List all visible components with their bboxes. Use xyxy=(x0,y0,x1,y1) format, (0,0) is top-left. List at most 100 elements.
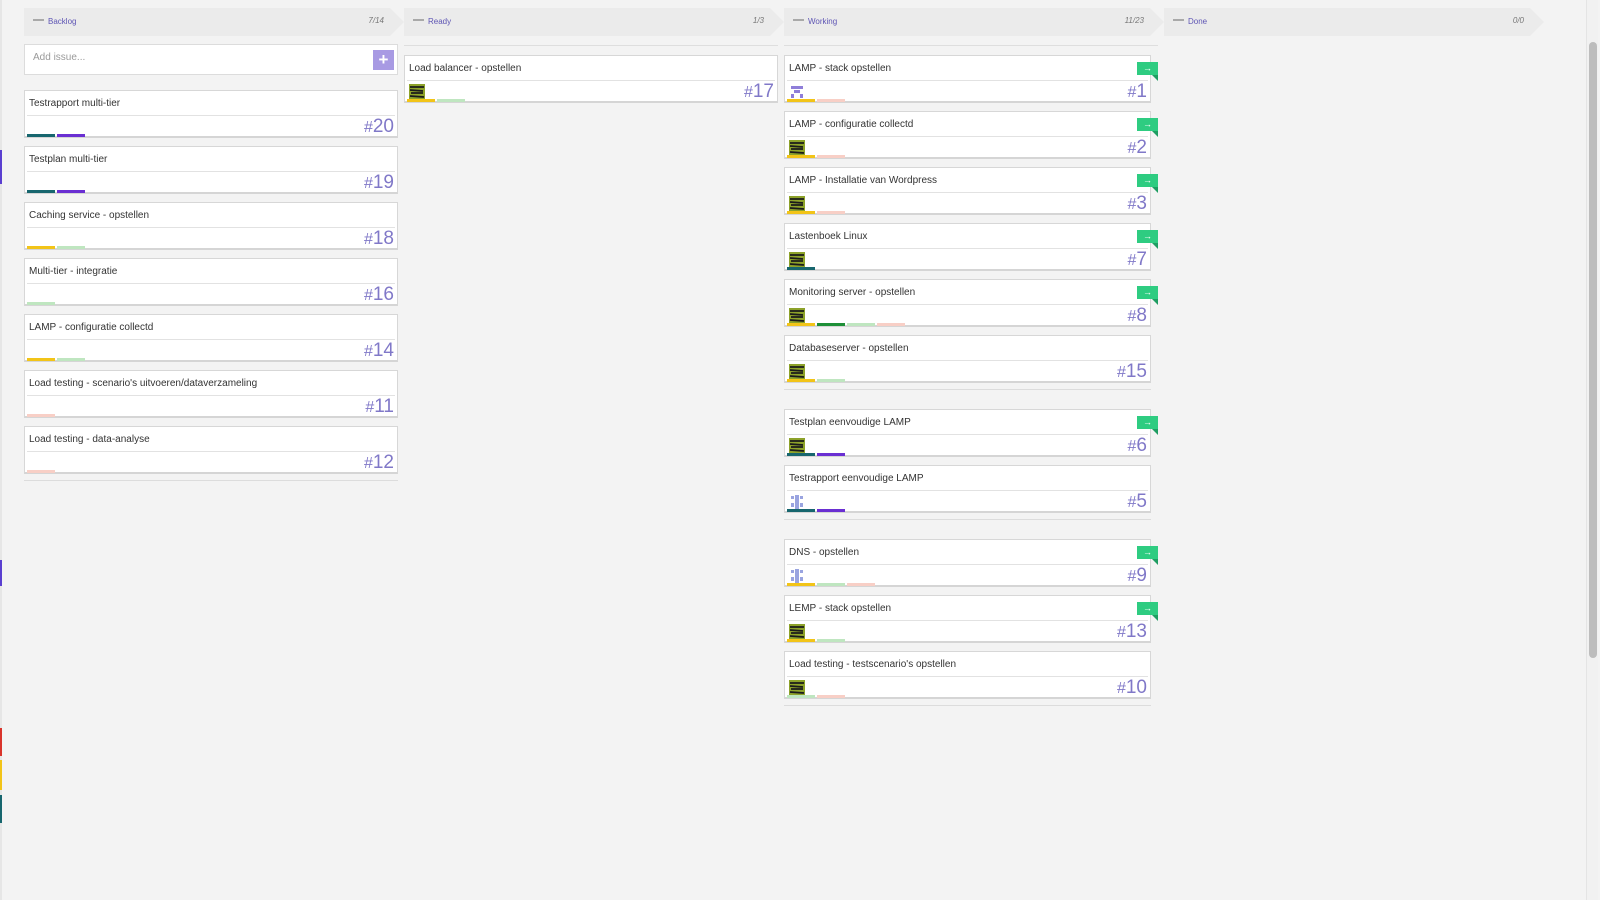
label-bars xyxy=(27,190,87,193)
issue-number[interactable]: #5 xyxy=(1128,491,1147,513)
issue-number[interactable]: #15 xyxy=(1117,361,1147,383)
scrollbar-thumb[interactable] xyxy=(1589,42,1597,658)
card-title[interactable]: DNS - opstellen xyxy=(789,547,859,558)
issue-card[interactable]: Load testing - testscenario's opstellen #… xyxy=(784,651,1151,699)
issue-card[interactable]: LAMP - configuratie collectd #2 → xyxy=(784,111,1158,159)
card-title[interactable]: Load testing - data-analyse xyxy=(29,434,150,445)
issue-card[interactable]: Databaseserver - opstellen #15 xyxy=(784,335,1151,383)
card-title[interactable]: Monitoring server - opstellen xyxy=(789,287,915,298)
card-title[interactable]: Caching service - opstellen xyxy=(29,210,149,221)
move-arrow-icon[interactable]: → xyxy=(1137,118,1158,137)
issue-number[interactable]: #18 xyxy=(364,228,394,250)
hash-symbol: # xyxy=(1116,624,1126,641)
move-arrow-icon[interactable]: → xyxy=(1137,62,1158,81)
issue-card[interactable]: Testplan multi-tier #19 xyxy=(24,146,398,194)
move-arrow-icon[interactable]: → xyxy=(1137,174,1158,193)
blue-identicon-avatar-icon[interactable] xyxy=(789,568,805,584)
card-title[interactable]: Testplan eenvoudige LAMP xyxy=(789,417,911,428)
column-header[interactable]: Working 11/23 xyxy=(784,8,1164,36)
issue-card[interactable]: Load testing - data-analyse #12 xyxy=(24,426,398,474)
card-title[interactable]: Multi-tier - integratie xyxy=(29,266,117,277)
collapse-icon[interactable] xyxy=(413,19,424,21)
issue-number[interactable]: #17 xyxy=(744,81,774,103)
collapse-icon[interactable] xyxy=(1173,19,1184,21)
column-header[interactable]: Done 0/0 xyxy=(1164,8,1544,36)
issue-card[interactable]: Testplan eenvoudige LAMP #6 → xyxy=(784,409,1158,457)
column-title[interactable]: Working xyxy=(808,17,837,26)
card-title[interactable]: LAMP - configuratie collectd xyxy=(789,119,913,130)
issue-number[interactable]: #3 xyxy=(1128,193,1147,215)
issue-card[interactable]: LAMP - stack opstellen #1 → xyxy=(784,55,1158,103)
issue-number[interactable]: #7 xyxy=(1128,249,1147,271)
move-arrow-icon[interactable]: → xyxy=(1137,602,1158,621)
striped-avatar-icon[interactable] xyxy=(789,140,805,156)
issue-number[interactable]: #14 xyxy=(364,340,394,362)
issue-number-value: 10 xyxy=(1125,677,1147,698)
issue-number[interactable]: #20 xyxy=(364,116,394,138)
issue-number-value: 11 xyxy=(374,396,394,417)
issue-card[interactable]: Caching service - opstellen #18 xyxy=(24,202,398,250)
issue-number[interactable]: #12 xyxy=(364,452,394,474)
column-backlog: Backlog 7/14 + Testrapport multi-tier #20… xyxy=(24,8,404,481)
card-title[interactable]: Testrapport eenvoudige LAMP xyxy=(789,473,924,484)
issue-number[interactable]: #2 xyxy=(1128,137,1147,159)
issue-card[interactable]: DNS - opstellen #9 → xyxy=(784,539,1158,587)
issue-number[interactable]: #13 xyxy=(1117,621,1147,643)
issue-card[interactable]: Testrapport eenvoudige LAMP #5 xyxy=(784,465,1151,513)
striped-avatar-icon[interactable] xyxy=(789,252,805,268)
move-arrow-icon[interactable]: → xyxy=(1137,230,1158,249)
card-title[interactable]: LAMP - Installatie van Wordpress xyxy=(789,175,937,186)
striped-avatar-icon[interactable] xyxy=(789,680,805,696)
collapse-icon[interactable] xyxy=(33,19,44,21)
card-title[interactable]: Load balancer - opstellen xyxy=(409,63,521,74)
card-title[interactable]: Databaseserver - opstellen xyxy=(789,343,909,354)
column-title[interactable]: Ready xyxy=(428,17,451,26)
striped-avatar-icon[interactable] xyxy=(789,364,805,380)
issue-card[interactable]: Lastenboek Linux #7 → xyxy=(784,223,1158,271)
issue-number[interactable]: #10 xyxy=(1117,677,1147,699)
issue-number[interactable]: #6 xyxy=(1128,435,1147,457)
issue-card[interactable]: LAMP - configuratie collectd #14 xyxy=(24,314,398,362)
striped-avatar-icon[interactable] xyxy=(789,196,805,212)
issue-number[interactable]: #11 xyxy=(365,396,394,418)
issue-number[interactable]: #8 xyxy=(1128,305,1147,327)
blue-identicon-avatar-icon[interactable] xyxy=(789,494,805,510)
card-title[interactable]: Load testing - scenario's uitvoeren/data… xyxy=(29,378,257,389)
add-issue-button[interactable]: + xyxy=(373,50,394,70)
purple-identicon-avatar-icon[interactable] xyxy=(789,84,805,100)
issue-number[interactable]: #9 xyxy=(1128,565,1147,587)
column-header[interactable]: Backlog 7/14 xyxy=(24,8,404,36)
label-bar xyxy=(57,358,85,361)
issue-card[interactable]: LAMP - Installatie van Wordpress #3 → xyxy=(784,167,1158,215)
column-header[interactable]: Ready 1/3 xyxy=(404,8,784,36)
move-arrow-icon[interactable]: → xyxy=(1137,546,1158,565)
add-issue-input[interactable] xyxy=(33,52,333,63)
striped-avatar-icon[interactable] xyxy=(409,84,425,100)
card-title[interactable]: Testrapport multi-tier xyxy=(29,98,120,109)
striped-avatar-icon[interactable] xyxy=(789,624,805,640)
issue-card[interactable]: Monitoring server - opstellen #8 → xyxy=(784,279,1158,327)
issue-number[interactable]: #16 xyxy=(364,284,394,306)
issue-card[interactable]: Load testing - scenario's uitvoeren/data… xyxy=(24,370,398,418)
card-title[interactable]: Testplan multi-tier xyxy=(29,154,107,165)
issue-number[interactable]: #1 xyxy=(1128,81,1147,103)
vertical-scrollbar[interactable] xyxy=(1586,0,1598,900)
move-arrow-icon[interactable]: → xyxy=(1137,286,1158,305)
label-bar xyxy=(817,695,845,698)
issue-card[interactable]: Load balancer - opstellen #17 xyxy=(404,55,778,103)
card-title[interactable]: Lastenboek Linux xyxy=(789,231,867,242)
card-title[interactable]: LAMP - stack opstellen xyxy=(789,63,891,74)
striped-avatar-icon[interactable] xyxy=(789,438,805,454)
collapse-icon[interactable] xyxy=(793,19,804,21)
issue-card[interactable]: Multi-tier - integratie #16 xyxy=(24,258,398,306)
move-arrow-icon[interactable]: → xyxy=(1137,416,1158,435)
issue-number[interactable]: #19 xyxy=(364,172,394,194)
card-title[interactable]: Load testing - testscenario's opstellen xyxy=(789,659,956,670)
issue-card[interactable]: Testrapport multi-tier #20 xyxy=(24,90,398,138)
card-title[interactable]: LEMP - stack opstellen xyxy=(789,603,891,614)
striped-avatar-icon[interactable] xyxy=(789,308,805,324)
column-title[interactable]: Done xyxy=(1188,17,1207,26)
column-title[interactable]: Backlog xyxy=(48,17,76,26)
card-title[interactable]: LAMP - configuratie collectd xyxy=(29,322,153,333)
issue-card[interactable]: LEMP - stack opstellen #13 → xyxy=(784,595,1158,643)
